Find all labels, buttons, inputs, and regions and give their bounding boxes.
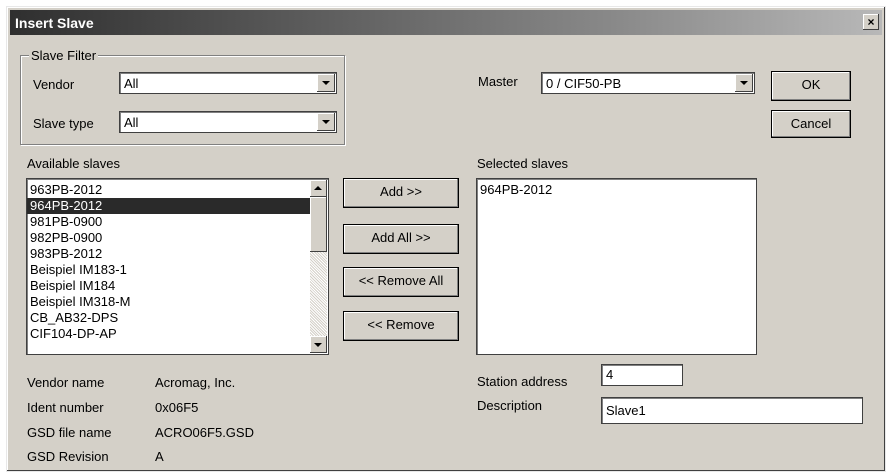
master-select-value: 0 / CIF50-PB xyxy=(546,76,622,91)
available-slaves-list[interactable]: 963PB-2012 964PB-2012 981PB-0900 982PB-0900… xyxy=(26,178,329,355)
add-all-button[interactable]: Add All >> xyxy=(343,224,459,254)
available-slave-item[interactable]: 982PB-0900 xyxy=(27,230,310,246)
master-select[interactable]: 0 / CIF50-PB xyxy=(541,72,755,94)
description-input[interactable]: Slave1 xyxy=(601,397,863,424)
description-label: Description xyxy=(477,398,543,413)
chevron-down-icon[interactable] xyxy=(735,74,753,92)
ok-button-label: OK xyxy=(801,77,821,92)
slave-type-select-value: All xyxy=(124,115,139,130)
remove-button-label: << Remove xyxy=(367,317,435,332)
selected-slaves-list[interactable]: 964PB-2012 xyxy=(476,178,757,355)
title-bar[interactable]: Insert Slave × xyxy=(10,10,882,35)
available-slave-item[interactable]: CIF104-DP-AP xyxy=(27,326,310,342)
cancel-button-label: Cancel xyxy=(790,116,832,131)
vendor-name-label: Vendor name xyxy=(27,375,105,390)
slave-type-select[interactable]: All xyxy=(119,111,337,133)
available-slave-item[interactable]: 981PB-0900 xyxy=(27,214,310,230)
selected-slave-item[interactable]: 964PB-2012 xyxy=(477,182,756,198)
cancel-button[interactable]: Cancel xyxy=(771,110,851,138)
ok-button[interactable]: OK xyxy=(771,71,851,101)
slave-type-label: Slave type xyxy=(33,116,94,131)
scrollbar-thumb[interactable] xyxy=(310,197,327,252)
available-slave-item[interactable]: 983PB-2012 xyxy=(27,246,310,262)
gsd-revision-label: GSD Revision xyxy=(27,449,109,464)
add-button[interactable]: Add >> xyxy=(343,178,459,208)
available-slave-item[interactable]: 964PB-2012 xyxy=(27,198,310,214)
window-title: Insert Slave xyxy=(15,15,94,31)
remove-button[interactable]: << Remove xyxy=(343,311,459,341)
add-button-label: Add >> xyxy=(380,184,422,199)
available-slave-item[interactable]: Beispiel IM183-1 xyxy=(27,262,310,278)
arrow-up-icon[interactable] xyxy=(310,180,327,197)
close-icon[interactable]: × xyxy=(863,14,879,30)
add-all-button-label: Add All >> xyxy=(371,230,431,245)
master-label: Master xyxy=(478,74,518,89)
vendor-label: Vendor xyxy=(33,77,75,92)
available-slaves-scrollbar[interactable] xyxy=(310,180,327,353)
ident-number-value: 0x06F5 xyxy=(155,400,199,415)
station-address-input[interactable]: 4 xyxy=(601,364,683,386)
available-slave-item[interactable]: Beispiel IM318-M xyxy=(27,294,310,310)
slave-filter-label: Slave Filter xyxy=(29,48,99,63)
available-slave-item[interactable]: 963PB-2012 xyxy=(27,182,310,198)
remove-all-button-label: << Remove All xyxy=(358,273,444,288)
available-slave-item[interactable]: Beispiel IM184 xyxy=(27,278,310,294)
available-slaves-items: 963PB-2012 964PB-2012 981PB-0900 982PB-0900… xyxy=(27,179,310,342)
selected-slaves-label: Selected slaves xyxy=(477,156,569,171)
remove-all-button[interactable]: << Remove All xyxy=(343,267,459,297)
vendor-select[interactable]: All xyxy=(119,72,337,94)
vendor-select-value: All xyxy=(124,76,139,91)
vendor-name-value: Acromag, Inc. xyxy=(155,375,236,390)
chevron-down-icon[interactable] xyxy=(317,113,335,131)
available-slaves-label: Available slaves xyxy=(27,156,120,171)
ident-number-label: Ident number xyxy=(27,400,104,415)
gsd-file-name-value: ACRO06F5.GSD xyxy=(155,425,254,440)
chevron-down-icon[interactable] xyxy=(317,74,335,92)
selected-slaves-items: 964PB-2012 xyxy=(477,179,756,198)
available-slave-item[interactable]: CB_AB32-DPS xyxy=(27,310,310,326)
gsd-revision-value: A xyxy=(155,449,164,464)
gsd-file-name-label: GSD file name xyxy=(27,425,112,440)
station-address-label: Station address xyxy=(477,374,568,389)
arrow-down-icon[interactable] xyxy=(310,336,327,353)
